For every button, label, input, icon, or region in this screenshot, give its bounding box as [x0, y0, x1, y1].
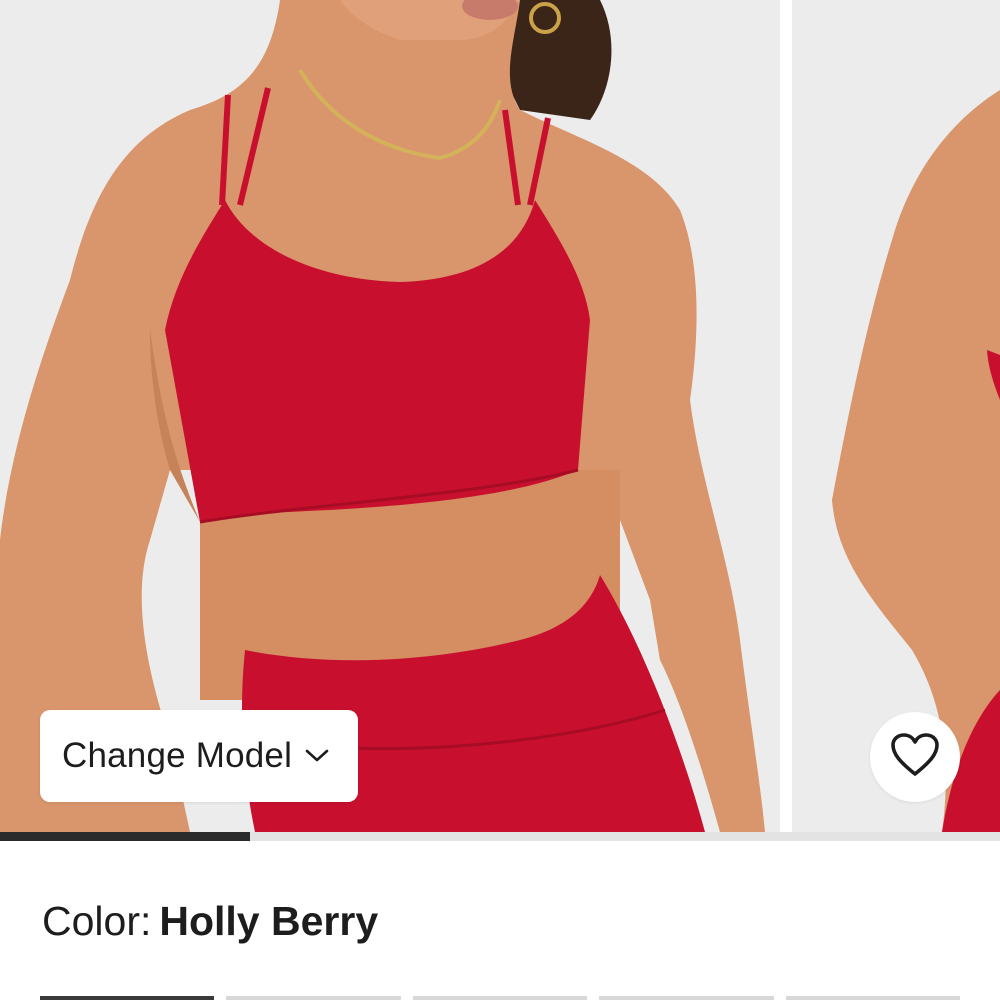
- product-image-slide-2[interactable]: [792, 0, 1000, 832]
- color-swatch[interactable]: [785, 996, 961, 1000]
- product-image-slide-1[interactable]: [0, 0, 780, 832]
- model-photo-back: [792, 0, 1000, 832]
- carousel-progress-fill: [0, 832, 250, 841]
- color-selection-label: Color: Holly Berry: [42, 898, 378, 945]
- chevron-down-icon: [304, 748, 330, 764]
- change-model-label: Change Model: [62, 736, 293, 775]
- color-prefix: Color:: [42, 898, 152, 944]
- color-swatch[interactable]: [599, 996, 774, 1000]
- product-image-carousel[interactable]: Change Model: [0, 0, 1000, 832]
- change-model-button[interactable]: Change Model: [40, 710, 358, 802]
- color-swatch[interactable]: [226, 996, 401, 1000]
- color-swatch[interactable]: [40, 996, 215, 1000]
- model-photo-front: [0, 0, 780, 832]
- color-swatch[interactable]: [412, 996, 588, 1000]
- color-swatch-row: [40, 996, 961, 1000]
- heart-outline-icon: [890, 732, 940, 783]
- carousel-progress-bar: [0, 832, 1000, 841]
- color-value: Holly Berry: [159, 898, 379, 944]
- product-page: Change Model Color: Holly Berry: [0, 0, 1000, 1000]
- favorite-button[interactable]: [870, 712, 960, 802]
